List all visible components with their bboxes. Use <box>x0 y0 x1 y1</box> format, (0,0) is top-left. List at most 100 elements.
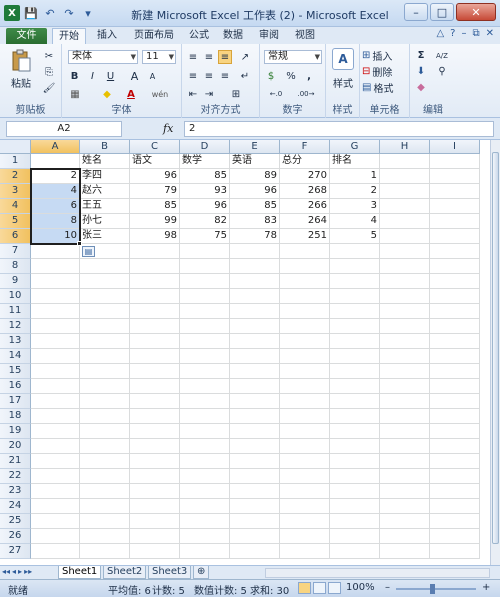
cell-g21[interactable] <box>330 454 380 469</box>
column-header-f[interactable]: F <box>280 140 330 154</box>
cell-e27[interactable] <box>230 544 280 559</box>
row-header-9[interactable]: 9 <box>0 274 31 289</box>
cell-f2[interactable]: 270 <box>280 169 330 184</box>
paste-icon[interactable] <box>8 48 34 74</box>
cell-c4[interactable]: 85 <box>130 199 180 214</box>
cell-f7[interactable] <box>280 244 330 259</box>
cell-c26[interactable] <box>130 529 180 544</box>
zoom-in-button[interactable]: + <box>482 582 490 593</box>
bold-button[interactable]: B <box>68 69 81 83</box>
cell-h2[interactable] <box>380 169 430 184</box>
cell-b26[interactable] <box>80 529 130 544</box>
cell-f12[interactable] <box>280 319 330 334</box>
font-name-select[interactable]: 宋体 ▼ <box>68 50 138 64</box>
row-header-18[interactable]: 18 <box>0 409 31 424</box>
zoom-out-button[interactable]: – <box>385 582 390 593</box>
row-header-21[interactable]: 21 <box>0 454 31 469</box>
cell-c27[interactable] <box>130 544 180 559</box>
cell-a5[interactable]: 8 <box>31 214 80 229</box>
cell-i9[interactable] <box>430 274 480 289</box>
cell-b14[interactable] <box>80 349 130 364</box>
cell-f17[interactable] <box>280 394 330 409</box>
row-header-7[interactable]: 7 <box>0 244 31 259</box>
cell-c20[interactable] <box>130 439 180 454</box>
cell-h9[interactable] <box>380 274 430 289</box>
cell-b3[interactable]: 赵六 <box>80 184 130 199</box>
customize-qat-icon[interactable]: ▾ <box>80 5 96 21</box>
cell-e10[interactable] <box>230 289 280 304</box>
cell-b24[interactable] <box>80 499 130 514</box>
tab-review[interactable]: 审阅 <box>254 28 284 44</box>
cell-g13[interactable] <box>330 334 380 349</box>
cell-f15[interactable] <box>280 364 330 379</box>
cell-d20[interactable] <box>180 439 230 454</box>
format-cells-button[interactable]: ▤ 格式 <box>362 81 408 95</box>
cell-g7[interactable] <box>330 244 380 259</box>
cell-a6[interactable]: 10 <box>31 229 80 244</box>
cell-c7[interactable] <box>130 244 180 259</box>
cell-f14[interactable] <box>280 349 330 364</box>
cell-f23[interactable] <box>280 484 330 499</box>
row-header-26[interactable]: 26 <box>0 529 31 544</box>
cell-d9[interactable] <box>180 274 230 289</box>
cell-c18[interactable] <box>130 409 180 424</box>
cell-i20[interactable] <box>430 439 480 454</box>
row-header-3[interactable]: 3 <box>0 184 31 199</box>
italic-button[interactable]: I <box>86 69 99 83</box>
decrease-decimal-button[interactable]: .00→ <box>292 87 320 101</box>
cell-h5[interactable] <box>380 214 430 229</box>
cell-c16[interactable] <box>130 379 180 394</box>
cell-b27[interactable] <box>80 544 130 559</box>
cell-f21[interactable] <box>280 454 330 469</box>
paste-options-icon[interactable]: ▤ <box>82 246 95 257</box>
name-box[interactable]: A2 <box>6 121 122 137</box>
help-icon[interactable]: ? <box>450 28 455 39</box>
phonetic-guide-icon[interactable]: wén <box>150 87 170 101</box>
cell-c3[interactable]: 79 <box>130 184 180 199</box>
cell-e25[interactable] <box>230 514 280 529</box>
cell-i17[interactable] <box>430 394 480 409</box>
cell-h26[interactable] <box>380 529 430 544</box>
cell-d18[interactable] <box>180 409 230 424</box>
wrap-text-icon[interactable]: ↵ <box>238 69 252 83</box>
tab-page-layout[interactable]: 页面布局 <box>128 28 180 44</box>
format-painter-icon[interactable]: 🖌 <box>42 82 56 95</box>
cell-d22[interactable] <box>180 469 230 484</box>
vertical-scrollbar[interactable] <box>490 140 500 565</box>
cell-h23[interactable] <box>380 484 430 499</box>
cell-c22[interactable] <box>130 469 180 484</box>
cell-a21[interactable] <box>31 454 80 469</box>
cell-c14[interactable] <box>130 349 180 364</box>
cell-a4[interactable]: 6 <box>31 199 80 214</box>
cell-d14[interactable] <box>180 349 230 364</box>
copy-icon[interactable]: ⎘ <box>42 66 56 79</box>
cell-c5[interactable]: 99 <box>130 214 180 229</box>
cell-h16[interactable] <box>380 379 430 394</box>
minimize-button[interactable]: – <box>404 3 428 21</box>
cell-i14[interactable] <box>430 349 480 364</box>
currency-button[interactable]: $ <box>264 69 278 83</box>
cell-i4[interactable] <box>430 199 480 214</box>
cell-e18[interactable] <box>230 409 280 424</box>
cell-e17[interactable] <box>230 394 280 409</box>
tab-data[interactable]: 数据 <box>218 28 248 44</box>
column-header-g[interactable]: G <box>330 140 380 154</box>
cell-a1[interactable] <box>31 154 80 169</box>
column-header-i[interactable]: I <box>430 140 480 154</box>
cell-b25[interactable] <box>80 514 130 529</box>
row-header-13[interactable]: 13 <box>0 334 31 349</box>
cell-i27[interactable] <box>430 544 480 559</box>
cell-i21[interactable] <box>430 454 480 469</box>
cell-f24[interactable] <box>280 499 330 514</box>
cell-d10[interactable] <box>180 289 230 304</box>
cell-i22[interactable] <box>430 469 480 484</box>
column-header-c[interactable]: C <box>130 140 180 154</box>
cell-i10[interactable] <box>430 289 480 304</box>
align-top-icon[interactable]: ≡ <box>186 50 200 64</box>
cell-f13[interactable] <box>280 334 330 349</box>
cell-a26[interactable] <box>31 529 80 544</box>
cell-i24[interactable] <box>430 499 480 514</box>
cell-b11[interactable] <box>80 304 130 319</box>
cell-b13[interactable] <box>80 334 130 349</box>
cell-a13[interactable] <box>31 334 80 349</box>
